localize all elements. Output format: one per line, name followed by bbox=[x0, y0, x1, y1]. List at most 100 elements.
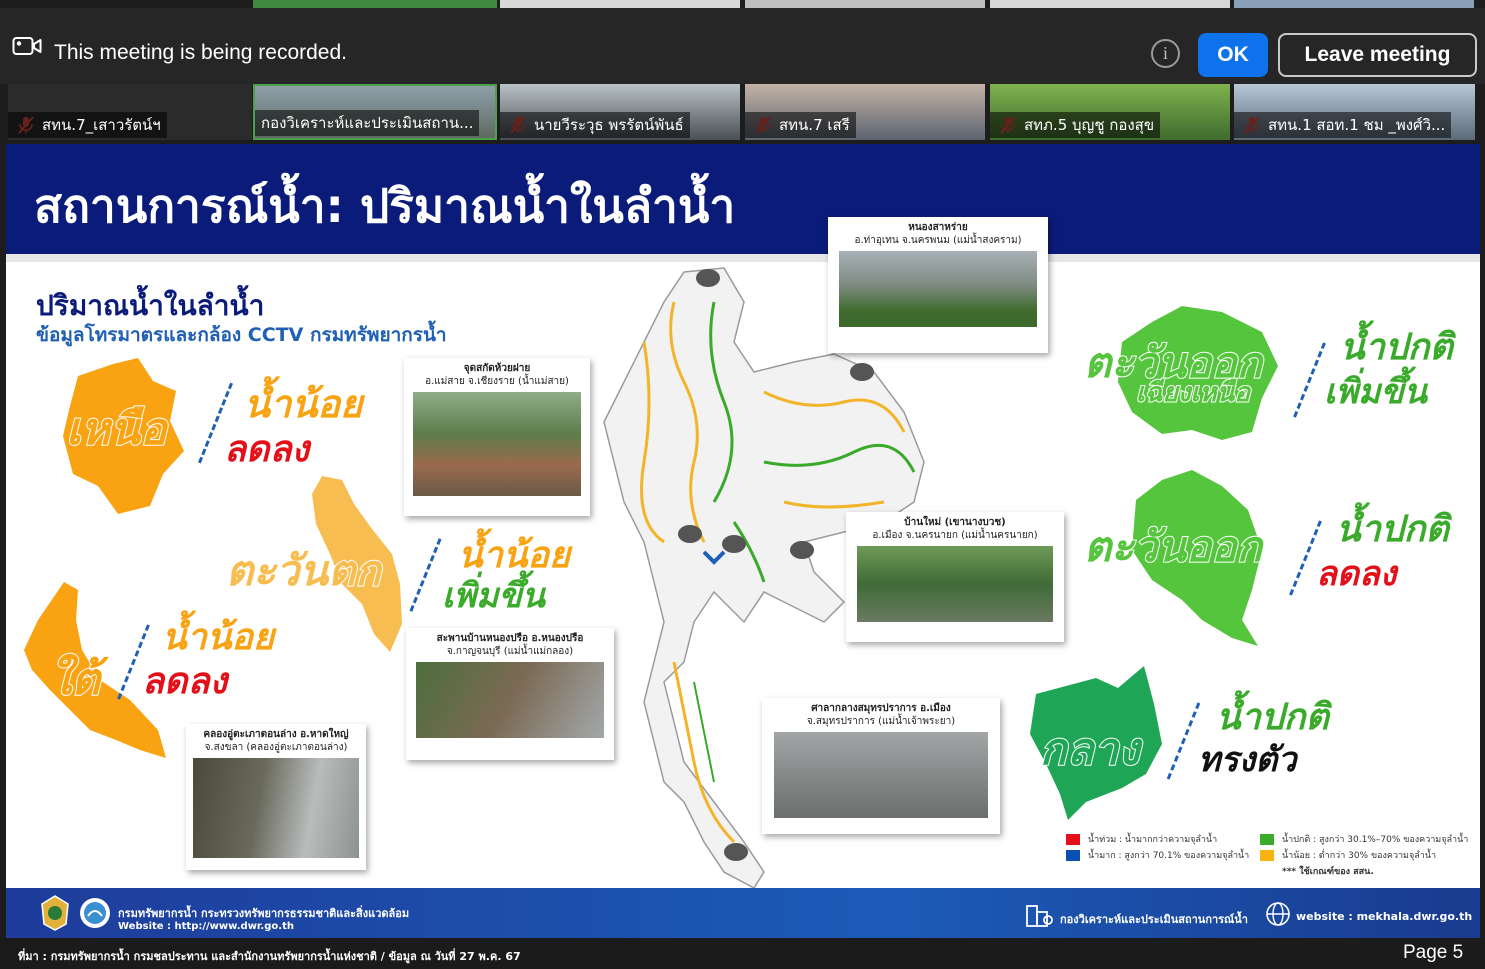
south-status-trend: ลดลง bbox=[142, 661, 228, 702]
photo-caption-line2: จ.กาญจนบุรี (แม่น้ำแม่กลอง) bbox=[446, 646, 574, 657]
legend-swatch bbox=[1260, 850, 1274, 861]
shared-screen-slide: สถานการณ์น้ำ: ปริมาณน้ำในลำน้ำ ปริมาณน้ำ… bbox=[6, 144, 1480, 938]
tile-top-strip bbox=[253, 0, 497, 8]
participant-tile-active-speaker[interactable]: กองวิเคราะห์และประเมินสถาน... bbox=[253, 84, 497, 140]
participant-name: สทน.7_เสาวรัตน์ฯ bbox=[8, 112, 167, 138]
legend-swatch bbox=[1260, 834, 1274, 845]
legend-item-flood: น้ำท่วม : น้ำมากกว่าความจุลำน้ำ bbox=[1066, 832, 1217, 846]
cctv-photo-u-taphao[interactable]: คลองอู่ตะเภาตอนล่าง อ.หาดใหญ่ จ.สงขลา (ค… bbox=[186, 724, 366, 870]
photo-caption-line1: สะพานบ้านหนองปรือ อ.หนองปรือ bbox=[436, 633, 584, 644]
participant-name: กองวิเคราะห์และประเมินสถาน... bbox=[255, 110, 480, 136]
north-status-level: น้ำน้อย bbox=[244, 382, 363, 426]
south-region-label: ใต้ bbox=[49, 653, 101, 706]
cctv-camera-icon bbox=[722, 535, 746, 553]
data-source-text: ที่มา : กรมทรัพยากรน้ำ กรมชลประทาน และสำ… bbox=[18, 950, 521, 963]
northeast-status-level: น้ำปกติ bbox=[1340, 327, 1453, 368]
participant-strip: สทน.7_เสาวรัตน์ฯ กองวิเคราะห์และประเมินส… bbox=[0, 84, 1485, 142]
legend-note: *** ใช้เกณฑ์ของ สสน. bbox=[1282, 867, 1374, 877]
photo-caption-line2: จ.สมุทรปราการ (แม่น้ำเจ้าพระยา) bbox=[806, 716, 956, 727]
divider-slash bbox=[1166, 702, 1201, 780]
participant-tile[interactable]: นายวีระวุธ พรรัตน์พันธ์ bbox=[500, 84, 740, 140]
recording-camera-icon bbox=[12, 37, 42, 55]
legend-item-high: น้ำมาก : สูงกว่า 70.1% ของความจุลำน้ำ bbox=[1066, 848, 1249, 862]
participant-name: สทน.1 สอท.1 ชม _พงศ์วิ... bbox=[1234, 112, 1452, 138]
central-status-level: น้ำปกติ bbox=[1216, 697, 1329, 738]
cctv-image bbox=[774, 732, 988, 818]
east-region-label: ตะวันออก bbox=[1083, 521, 1263, 572]
cctv-camera-icon bbox=[696, 269, 720, 287]
slide-title: สถานการณ์น้ำ: ปริมาณน้ำในลำน้ำ bbox=[34, 179, 736, 233]
photo-caption-line2: อ.ท่าอุเทน จ.นครพนม (แม่น้ำสงคราม) bbox=[854, 235, 1022, 246]
ok-button[interactable]: OK bbox=[1198, 33, 1268, 77]
leave-meeting-button[interactable]: Leave meeting bbox=[1278, 33, 1477, 77]
cctv-camera-icon bbox=[850, 363, 874, 381]
slide-header: สถานการณ์น้ำ: ปริมาณน้ำในลำน้ำ bbox=[6, 144, 1480, 254]
cctv-photo-huai-fai[interactable]: จุดสกัดห้วยฝาย อ.แม่สาย จ.เชียงราย (น้ำแ… bbox=[404, 358, 590, 516]
cctv-photo-samut-prakan[interactable]: ศาลากลางสมุทรปราการ อ.เมือง จ.สมุทรปรากา… bbox=[762, 698, 1000, 834]
page-number: Page 5 bbox=[1403, 942, 1464, 963]
legend-item-low: น้ำน้อย : ต่ำกว่า 30% ของความจุลำน้ำ bbox=[1260, 848, 1436, 862]
east-status-level: น้ำปกติ bbox=[1336, 509, 1449, 550]
west-region-label: ตะวันตก bbox=[225, 545, 382, 596]
participant-tile[interactable]: สทน.1 สอท.1 ชม _พงศ์วิ... bbox=[1234, 84, 1475, 140]
south-status-level: น้ำน้อย bbox=[162, 617, 275, 658]
northeast-status-trend: เพิ่มขึ้น bbox=[1324, 372, 1427, 412]
northeast-region-label-2: เฉียงเหนือ bbox=[1135, 377, 1251, 409]
globe-icon bbox=[1266, 902, 1290, 926]
cctv-image bbox=[857, 546, 1053, 622]
north-status-trend: ลดลง bbox=[224, 429, 310, 470]
tile-top-strip bbox=[745, 0, 985, 8]
cctv-photo-ban-mai[interactable]: บ้านใหม่ (เขานางบวช) อ.เมือง จ.นครนายก (… bbox=[846, 512, 1064, 642]
dwr-emblem-icon bbox=[41, 895, 69, 931]
footer-org: กรมทรัพยากรน้ำ กระทรวงทรัพยากรธรรมชาติแล… bbox=[118, 907, 410, 920]
photo-caption-line1: หนองสาหร่าย bbox=[908, 222, 968, 233]
footer-website-left: Website : http://www.dwr.go.th bbox=[118, 921, 294, 932]
west-status-level: น้ำน้อย bbox=[458, 535, 571, 576]
tile-top-strip bbox=[990, 0, 1230, 8]
north-region-label: เหนือ bbox=[65, 403, 168, 456]
slide-subtitle-source: ข้อมูลโทรมาตรและกล้อง CCTV กรมทรัพยากรน้… bbox=[36, 324, 447, 346]
photo-caption-line2: จ.สงขลา (คลองอู่ตะเภาตอนล่าง) bbox=[204, 742, 348, 753]
cctv-camera-icon bbox=[678, 525, 702, 543]
participant-tile[interactable]: สทน.7_เสาวรัตน์ฯ bbox=[8, 84, 252, 140]
central-region-label: กลาง bbox=[1039, 723, 1141, 776]
participant-tile[interactable]: สทน.7 เสรี bbox=[745, 84, 985, 140]
cctv-photo-nong-sarai[interactable]: หนองสาหร่าย อ.ท่าอุเทน จ.นครพนม (แม่น้ำส… bbox=[828, 217, 1048, 353]
tile-top-strip bbox=[1234, 0, 1474, 8]
participant-tile[interactable]: สทภ.5 บุญชู กองสุข bbox=[990, 84, 1230, 140]
recording-notification-bar: This meeting is being recorded. i OK Lea… bbox=[0, 8, 1485, 84]
info-icon[interactable]: i bbox=[1151, 39, 1180, 68]
recording-message: This meeting is being recorded. bbox=[54, 41, 347, 64]
central-status-trend: ทรงตัว bbox=[1198, 740, 1297, 780]
cctv-camera-icon bbox=[790, 541, 814, 559]
cctv-image bbox=[413, 392, 581, 496]
zoom-meeting-window: This meeting is being recorded. i OK Lea… bbox=[0, 0, 1485, 969]
slide-footer: กรมทรัพยากรน้ำ กระทรวงทรัพยากรธรรมชาติแล… bbox=[6, 888, 1480, 938]
photo-caption-line1: จุดสกัดห้วยฝาย bbox=[463, 363, 531, 374]
participant-name: สทภ.5 บุญชู กองสุข bbox=[990, 112, 1161, 138]
footer-division: กองวิเคราะห์และประเมินสถานการณ์น้ำ bbox=[1060, 913, 1248, 926]
cctv-image bbox=[193, 758, 359, 858]
slide-source-bar: ที่มา : กรมทรัพยากรน้ำ กรมชลประทาน และสำ… bbox=[0, 938, 1485, 969]
cctv-camera-icon bbox=[724, 843, 748, 861]
legend-swatch bbox=[1066, 850, 1080, 861]
photo-caption-line2: อ.เมือง จ.นครนายก (แม่น้ำนครนายก) bbox=[872, 530, 1038, 541]
legend-item-normal: น้ำปกติ : สูงกว่า 30.1%–70% ของความจุลำน… bbox=[1260, 832, 1468, 846]
cctv-image bbox=[416, 662, 604, 738]
ministry-logo-icon bbox=[80, 898, 110, 928]
tile-top-strip bbox=[500, 0, 740, 8]
participant-name: สทน.7 เสรี bbox=[745, 112, 856, 138]
cctv-photo-nong-prue[interactable]: สะพานบ้านหนองปรือ อ.หนองปรือ จ.กาญจนบุรี… bbox=[406, 628, 614, 760]
building-icon bbox=[1026, 905, 1053, 927]
divider-slash bbox=[1293, 342, 1326, 418]
photo-caption-line2: อ.แม่สาย จ.เชียงราย (น้ำแม่สาย) bbox=[425, 376, 569, 387]
photo-caption-line1: คลองอู่ตะเภาตอนล่าง อ.หาดใหญ่ bbox=[203, 729, 349, 740]
cctv-image bbox=[839, 251, 1037, 327]
footer-website-right: website : mekhala.dwr.go.th bbox=[1296, 910, 1473, 923]
legend-swatch bbox=[1066, 834, 1080, 845]
east-status-trend: ลดลง bbox=[1316, 554, 1397, 594]
photo-caption-line1: บ้านใหม่ (เขานางบวช) bbox=[904, 517, 1006, 528]
slide-header-band bbox=[6, 254, 1480, 262]
divider-slash bbox=[409, 538, 442, 612]
participant-name: นายวีระวุธ พรรัตน์พันธ์ bbox=[500, 112, 690, 138]
